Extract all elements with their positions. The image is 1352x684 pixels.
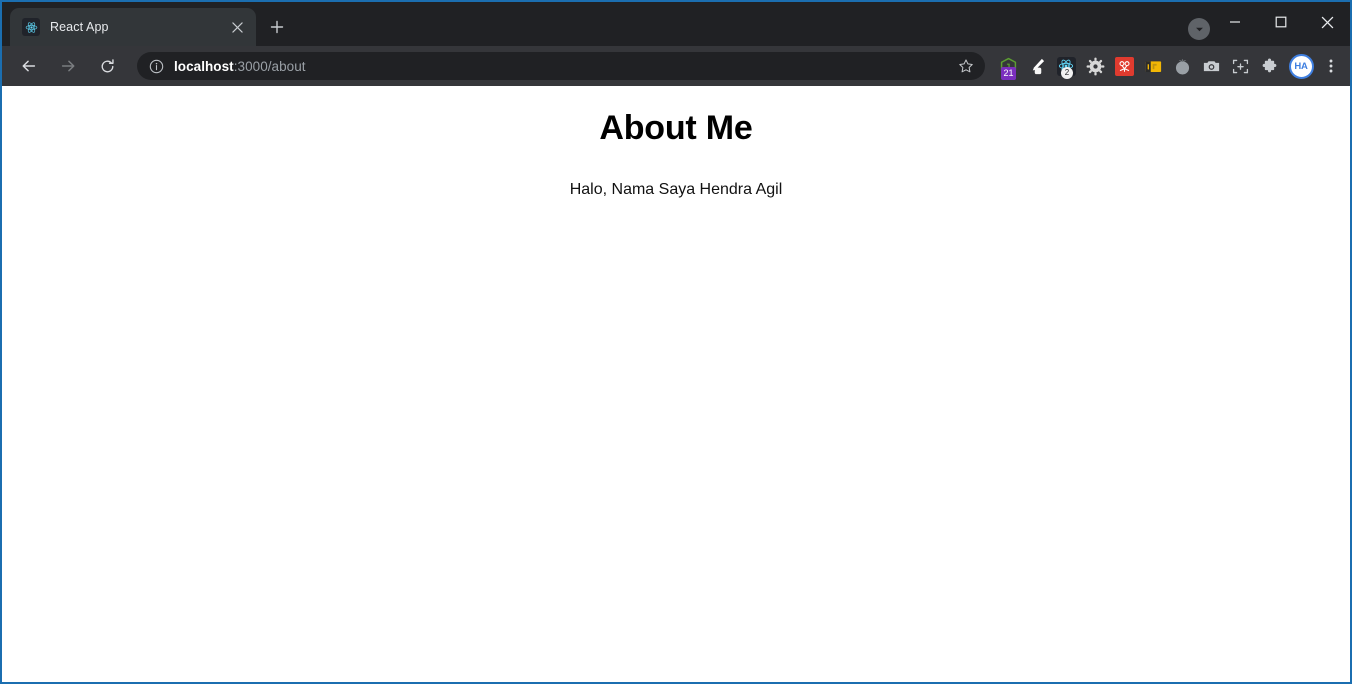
- extension-react-devtools[interactable]: 2: [1052, 51, 1080, 81]
- maximize-button[interactable]: [1258, 2, 1304, 42]
- extensions-menu-button[interactable]: [1255, 51, 1283, 81]
- url-path: :3000/about: [234, 59, 306, 74]
- extension-badge-count: 21: [1001, 67, 1016, 80]
- page-viewport: About Me Halo, Nama Saya Hendra Agil: [2, 86, 1350, 682]
- extension-settings[interactable]: [1081, 51, 1109, 81]
- extension-camera[interactable]: [1197, 51, 1225, 81]
- extension-timer[interactable]: [1168, 51, 1196, 81]
- address-bar[interactable]: localhost:3000/about: [137, 52, 985, 80]
- minimize-button[interactable]: [1212, 2, 1258, 42]
- back-button[interactable]: [14, 51, 44, 81]
- extension-pen-tool[interactable]: [1023, 51, 1051, 81]
- avatar: HA: [1289, 54, 1314, 79]
- page-paragraph: Halo, Nama Saya Hendra Agil: [2, 181, 1350, 199]
- page-content: About Me Halo, Nama Saya Hendra Agil: [2, 86, 1350, 199]
- profile-avatar-button[interactable]: HA: [1286, 51, 1316, 81]
- forward-button[interactable]: [53, 51, 83, 81]
- close-icon[interactable]: [226, 16, 248, 38]
- url-text: localhost:3000/about: [174, 59, 953, 74]
- chrome-menu-button[interactable]: [1318, 51, 1344, 81]
- reload-button[interactable]: [92, 51, 122, 81]
- tab-strip: React App: [2, 2, 1350, 46]
- browser-window: React App: [0, 0, 1352, 684]
- browser-tab[interactable]: React App: [10, 8, 256, 46]
- tab-title: React App: [50, 20, 216, 34]
- url-host: localhost: [174, 59, 234, 74]
- window-controls: [1212, 2, 1350, 42]
- close-window-button[interactable]: [1304, 2, 1350, 42]
- extension-node-package[interactable]: 21: [994, 51, 1022, 81]
- extension-region-capture[interactable]: [1226, 51, 1254, 81]
- extension-red-tool[interactable]: [1110, 51, 1138, 81]
- tab-search-button[interactable]: [1188, 18, 1210, 40]
- info-circle-icon[interactable]: [145, 55, 167, 77]
- new-tab-button[interactable]: [262, 12, 292, 42]
- browser-toolbar: localhost:3000/about 21: [2, 46, 1350, 86]
- extension-folder[interactable]: [1139, 51, 1167, 81]
- page-title: About Me: [2, 108, 1350, 149]
- bookmark-star-icon[interactable]: [953, 53, 979, 79]
- extension-badge-count: 2: [1061, 67, 1073, 79]
- react-logo-icon: [22, 18, 40, 36]
